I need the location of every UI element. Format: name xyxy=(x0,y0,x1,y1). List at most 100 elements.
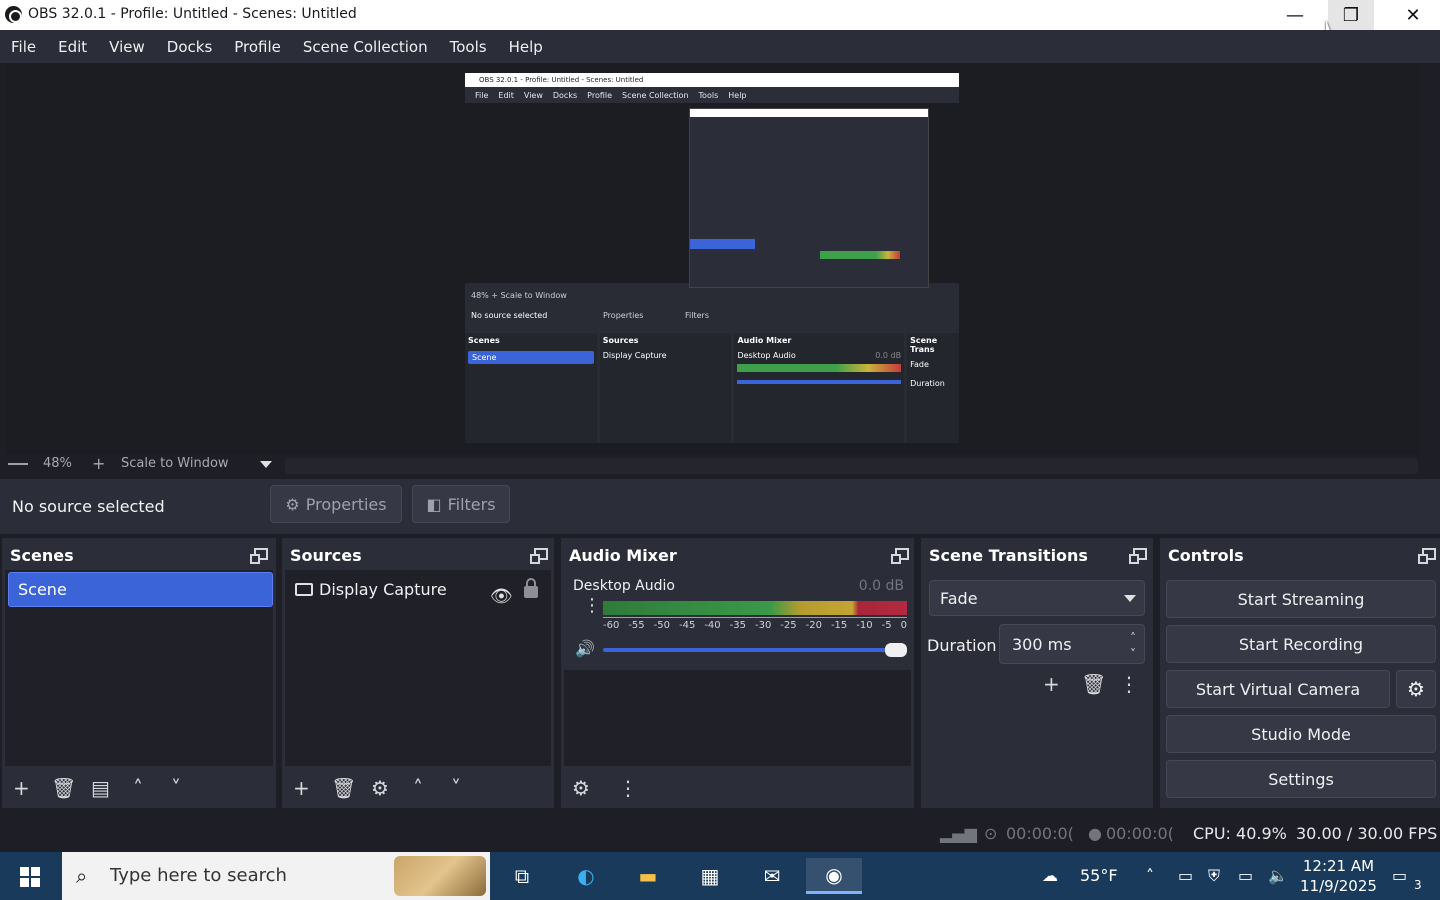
mini-sources-dock: Sources Display Capture xyxy=(599,333,732,443)
lock-icon[interactable] xyxy=(524,578,538,598)
weather-temp[interactable]: 55°F xyxy=(1080,866,1118,885)
notification-icon[interactable]: ▭ xyxy=(1392,866,1407,885)
add-icon[interactable]: + xyxy=(1043,674,1060,694)
fps-readout: 30.00 / 30.00 FPS xyxy=(1296,824,1438,843)
start-streaming-button[interactable]: Start Streaming xyxy=(1166,580,1436,618)
preview-canvas[interactable]: OBS 32.0.1 - Profile: Untitled - Scenes:… xyxy=(465,73,959,443)
trash-icon[interactable]: 🗑 xyxy=(331,778,356,798)
undock-icon[interactable] xyxy=(250,548,268,564)
undock-icon[interactable] xyxy=(530,548,548,564)
mini-zoom: 48% + Scale to Window xyxy=(471,291,567,300)
menu-edit[interactable]: Edit xyxy=(47,38,98,56)
preview-scrollbar[interactable] xyxy=(285,458,1418,474)
mini-menu: File Edit View Docks Profile Scene Colle… xyxy=(465,87,959,103)
clock-date: 11/9/2025 xyxy=(1300,877,1377,895)
network-icon[interactable]: ▭ xyxy=(1238,866,1253,885)
start-recording-button[interactable]: Start Recording xyxy=(1166,625,1436,663)
obs-taskbar-icon[interactable]: ◉ xyxy=(806,858,862,894)
transition-select[interactable]: Fade xyxy=(929,580,1145,616)
more-icon[interactable]: ⋮ xyxy=(1119,674,1139,694)
add-icon[interactable]: + xyxy=(293,778,310,798)
window-title: OBS 32.0.1 - Profile: Untitled - Scenes:… xyxy=(28,6,357,22)
transition-selected: Fade xyxy=(940,589,978,608)
minimize-button[interactable]: — xyxy=(1272,0,1318,30)
move-down-icon[interactable]: ˅ xyxy=(171,778,181,798)
undock-icon[interactable] xyxy=(1418,548,1436,564)
settings-button[interactable]: Settings xyxy=(1166,760,1436,798)
clock[interactable]: 12:21 AM 11/9/2025 xyxy=(1300,856,1377,896)
signal-icon: ▂▄▆ xyxy=(940,824,977,843)
audio-mixer-dock: Audio Mixer Desktop Audio 0.0 dB ⋮ -60 -5… xyxy=(561,538,914,808)
maximize-button[interactable]: ❐ xyxy=(1328,0,1374,30)
trash-icon[interactable]: 🗑 xyxy=(1081,674,1106,694)
advanced-audio-icon[interactable]: ⚙ xyxy=(572,778,590,798)
gear-icon[interactable]: ⚙ xyxy=(371,778,389,798)
store-icon[interactable]: ▦ xyxy=(688,858,732,894)
more-icon[interactable]: ⋮ xyxy=(583,597,601,615)
zoom-in-icon[interactable]: + xyxy=(92,454,105,473)
taskbar-search[interactable]: ⌕ Type here to search xyxy=(62,852,490,900)
task-view-icon[interactable]: ⧉ xyxy=(500,858,544,894)
mail-icon[interactable]: ✉ xyxy=(750,858,794,894)
studio-mode-button[interactable]: Studio Mode xyxy=(1166,715,1436,753)
filters-button[interactable]: ◧ Filters xyxy=(412,485,510,523)
tray-overflow-icon[interactable]: ˄ xyxy=(1146,866,1154,885)
virtual-camera-settings-button[interactable]: ⚙ xyxy=(1396,670,1436,708)
move-up-icon[interactable]: ˄ xyxy=(413,778,423,798)
speaker-icon[interactable]: 🔊 xyxy=(575,639,595,658)
zoom-percent: 48% xyxy=(43,456,72,471)
menu-docks[interactable]: Docks xyxy=(156,38,223,56)
source-label: Display Capture xyxy=(319,580,447,599)
add-icon[interactable]: + xyxy=(13,778,30,798)
menu-profile[interactable]: Profile xyxy=(223,38,292,56)
scene-transitions-dock: Scene Transitions Fade Duration 300 ms ˄… xyxy=(921,538,1153,808)
zoom-out-icon[interactable] xyxy=(8,463,28,465)
chevron-down-icon[interactable] xyxy=(260,461,272,468)
menu-tools[interactable]: Tools xyxy=(439,38,498,56)
mini-audio-dock: Audio Mixer Desktop Audio 0.0 dB xyxy=(734,333,905,443)
title-bar: OBS 32.0.1 - Profile: Untitled - Scenes:… xyxy=(0,0,1440,30)
mini-preview xyxy=(465,103,959,288)
move-up-icon[interactable]: ˄ xyxy=(133,778,143,798)
search-highlight-image xyxy=(394,856,486,896)
scene-item[interactable]: Scene xyxy=(8,572,273,607)
trash-icon[interactable]: 🗑 xyxy=(51,778,76,798)
undock-icon[interactable] xyxy=(1129,548,1147,564)
volume-meter xyxy=(603,601,907,615)
file-explorer-icon[interactable]: ▬ xyxy=(626,858,670,894)
sources-toolbar: + 🗑 ⚙ ˄ ˅ xyxy=(285,770,551,806)
filter-icon[interactable]: ▤ xyxy=(91,778,110,798)
chevron-down-icon[interactable]: ˅ xyxy=(1130,647,1136,661)
menu-help[interactable]: Help xyxy=(498,38,554,56)
undock-icon[interactable] xyxy=(891,548,909,564)
mini-filters: Filters xyxy=(685,311,709,320)
volume-icon[interactable]: 🔈 xyxy=(1268,866,1288,885)
volume-slider[interactable] xyxy=(603,643,907,657)
menu-file[interactable]: File xyxy=(0,38,47,56)
mini-menu-item: Help xyxy=(728,91,747,100)
scale-mode[interactable]: Scale to Window xyxy=(121,456,229,471)
security-icon[interactable]: ⛨ xyxy=(1208,866,1220,886)
recursive-preview xyxy=(689,108,929,288)
chevron-up-icon[interactable]: ˄ xyxy=(1130,631,1136,645)
mini-docks: Scenes Scene Sources Display Capture Aud… xyxy=(465,333,959,443)
start-virtual-camera-button[interactable]: Start Virtual Camera xyxy=(1166,670,1390,708)
more-icon[interactable]: ⋮ xyxy=(618,778,638,798)
zoom-bar: 48% + Scale to Window xyxy=(0,454,1440,476)
edge-icon[interactable]: ◐ xyxy=(564,858,608,894)
move-down-icon[interactable]: ˅ xyxy=(451,778,461,798)
scenes-toolbar: + 🗑 ▤ ˄ ˅ xyxy=(5,770,273,806)
clock-time: 12:21 AM xyxy=(1302,857,1375,875)
properties-button[interactable]: ⚙ Properties xyxy=(270,485,402,523)
source-item[interactable]: Display Capture xyxy=(295,580,447,599)
mini-scenes-dock: Scenes Scene xyxy=(465,333,597,443)
weather-icon[interactable]: ☁ xyxy=(1042,866,1058,885)
meet-icon[interactable]: ▭ xyxy=(1178,866,1193,885)
menu-view[interactable]: View xyxy=(98,38,156,56)
menu-scene-collection[interactable]: Scene Collection xyxy=(292,38,439,56)
eye-icon[interactable]: 👁 xyxy=(490,586,513,607)
chevron-down-icon xyxy=(1124,595,1136,602)
close-button[interactable]: ✕ xyxy=(1390,0,1436,30)
duration-input[interactable]: 300 ms ˄ ˅ xyxy=(999,624,1145,664)
windows-start-icon[interactable] xyxy=(20,867,40,887)
